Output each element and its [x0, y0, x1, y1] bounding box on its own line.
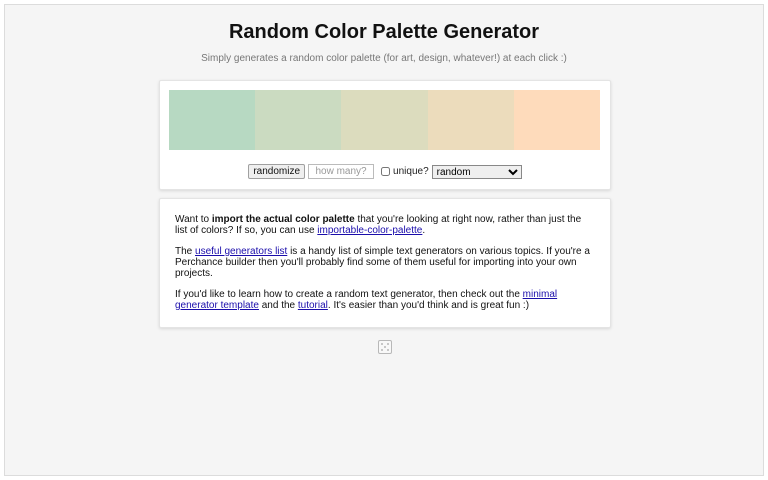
page-title: Random Color Palette Generator [228, 21, 540, 43]
count-input[interactable] [308, 164, 375, 179]
info-text-span: Want to [175, 214, 212, 225]
color-palette [169, 90, 601, 150]
dice-pip [384, 346, 386, 348]
info-text-span: If you'd like to learn how to create a r… [175, 289, 523, 300]
randomize-button[interactable]: randomize [248, 164, 306, 179]
dice-pip [387, 343, 389, 345]
color-swatch-1 [169, 90, 256, 150]
color-swatch-5 [513, 90, 601, 150]
color-swatch-2 [255, 90, 342, 150]
importable-color-palette-link[interactable]: importable-color-palette [317, 225, 422, 236]
info-text-span: . It's easier than you'd think and is gr… [327, 300, 530, 311]
dice-pip [381, 349, 383, 351]
palette-card: randomize unique? random [159, 80, 611, 190]
color-swatch-3 [341, 90, 428, 150]
useful-generators-list-link[interactable]: useful generators list [195, 246, 287, 257]
info-text-span: . [422, 225, 426, 236]
info-paragraph-import: Want to import the actual color palette … [175, 214, 595, 236]
import-emphasis: import the actual color palette [211, 214, 355, 225]
info-paragraph-tutorial: If you'd like to learn how to create a r… [175, 289, 595, 311]
dice-pip [387, 349, 389, 351]
dice-icon [378, 340, 392, 354]
dice-pip [381, 343, 383, 345]
info-text: Want to import the actual color palette … [175, 214, 595, 321]
info-text-span: and the [258, 300, 298, 311]
info-paragraph-generators: The useful generators list is a handy li… [175, 246, 595, 279]
page-frame: Random Color Palette Generator Simply ge… [4, 4, 764, 476]
mode-select[interactable]: random [431, 164, 522, 179]
info-card: Want to import the actual color palette … [159, 198, 611, 328]
tutorial-link[interactable]: tutorial [298, 300, 328, 311]
palette-controls: randomize unique? random [160, 164, 610, 179]
info-text-span: The [175, 246, 196, 257]
color-swatch-4 [427, 90, 514, 150]
unique-label: unique? [393, 166, 429, 177]
unique-checkbox[interactable] [381, 167, 391, 176]
page-subtitle: Simply generates a random color palette … [201, 53, 567, 64]
